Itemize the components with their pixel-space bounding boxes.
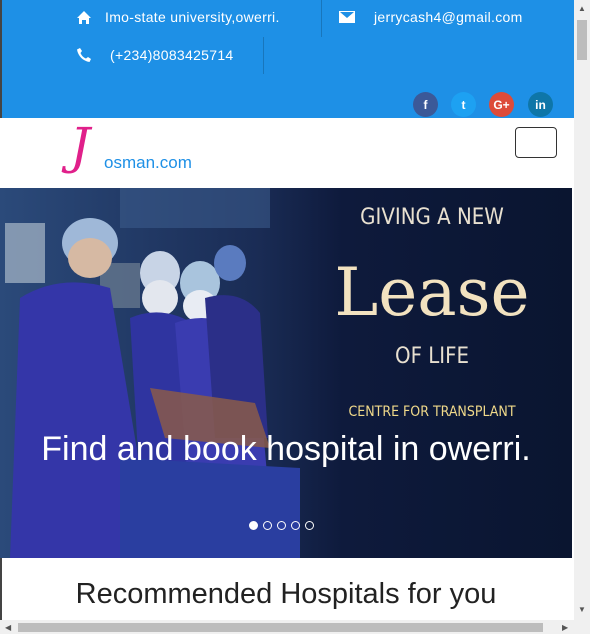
address-text: Imo-state university,owerri. — [105, 9, 280, 25]
carousel-indicators — [249, 521, 314, 530]
home-icon — [77, 10, 91, 24]
hero-line-1: GIVING A NEW — [360, 205, 504, 230]
phone-item: (+234)8083425714 — [77, 47, 234, 63]
navbar-toggle-button[interactable] — [515, 127, 557, 158]
hero-carousel[interactable]: GIVING A NEW Lease OF LIFE CENTRE FOR TR… — [0, 188, 572, 558]
linkedin-icon[interactable]: in — [528, 92, 553, 117]
section-title: Recommended Hospitals for you — [75, 578, 497, 610]
google-plus-icon[interactable]: G+ — [489, 92, 514, 117]
carousel-indicator-3[interactable] — [277, 521, 286, 530]
hero-caption-text: Find and book hospital in owerri. — [41, 430, 531, 468]
vertical-scroll-thumb[interactable] — [577, 20, 587, 60]
twitter-icon[interactable]: t — [451, 92, 476, 117]
hero-caption: Find and book hospital in owerri. — [0, 430, 572, 468]
surgery-photo: GIVING A NEW Lease OF LIFE CENTRE FOR TR… — [0, 188, 572, 558]
address-item: Imo-state university,owerri. — [76, 9, 280, 25]
phone-link[interactable]: (+234)8083425714 — [110, 47, 234, 63]
carousel-indicator-4[interactable] — [291, 521, 300, 530]
vertical-scrollbar[interactable] — [574, 0, 590, 620]
scroll-left-icon[interactable]: ◀ — [5, 623, 11, 632]
email-link[interactable]: jerrycash4@gmail.com — [374, 9, 523, 25]
carousel-indicator-2[interactable] — [263, 521, 272, 530]
scroll-up-icon[interactable]: ▲ — [578, 4, 586, 13]
carousel-indicator-1[interactable] — [249, 521, 258, 530]
facebook-icon[interactable]: f — [413, 92, 438, 117]
phone-icon — [77, 48, 91, 62]
scroll-right-icon[interactable]: ▶ — [562, 623, 568, 632]
divider — [321, 0, 322, 37]
brand-logo-initial[interactable]: J — [70, 121, 90, 171]
scroll-down-icon[interactable]: ▼ — [578, 605, 586, 614]
hero-line-2: Lease — [334, 254, 529, 331]
horizontal-scroll-thumb[interactable] — [18, 623, 543, 632]
divider — [263, 37, 264, 74]
hero-line-4: CENTRE FOR TRANSPLANT — [348, 404, 515, 420]
brand-logo-text[interactable]: osman.com — [104, 153, 192, 173]
email-item: jerrycash4@gmail.com — [339, 9, 523, 25]
carousel-indicator-5[interactable] — [305, 521, 314, 530]
hero-line-3: OF LIFE — [395, 344, 469, 369]
envelope-icon — [339, 11, 355, 23]
